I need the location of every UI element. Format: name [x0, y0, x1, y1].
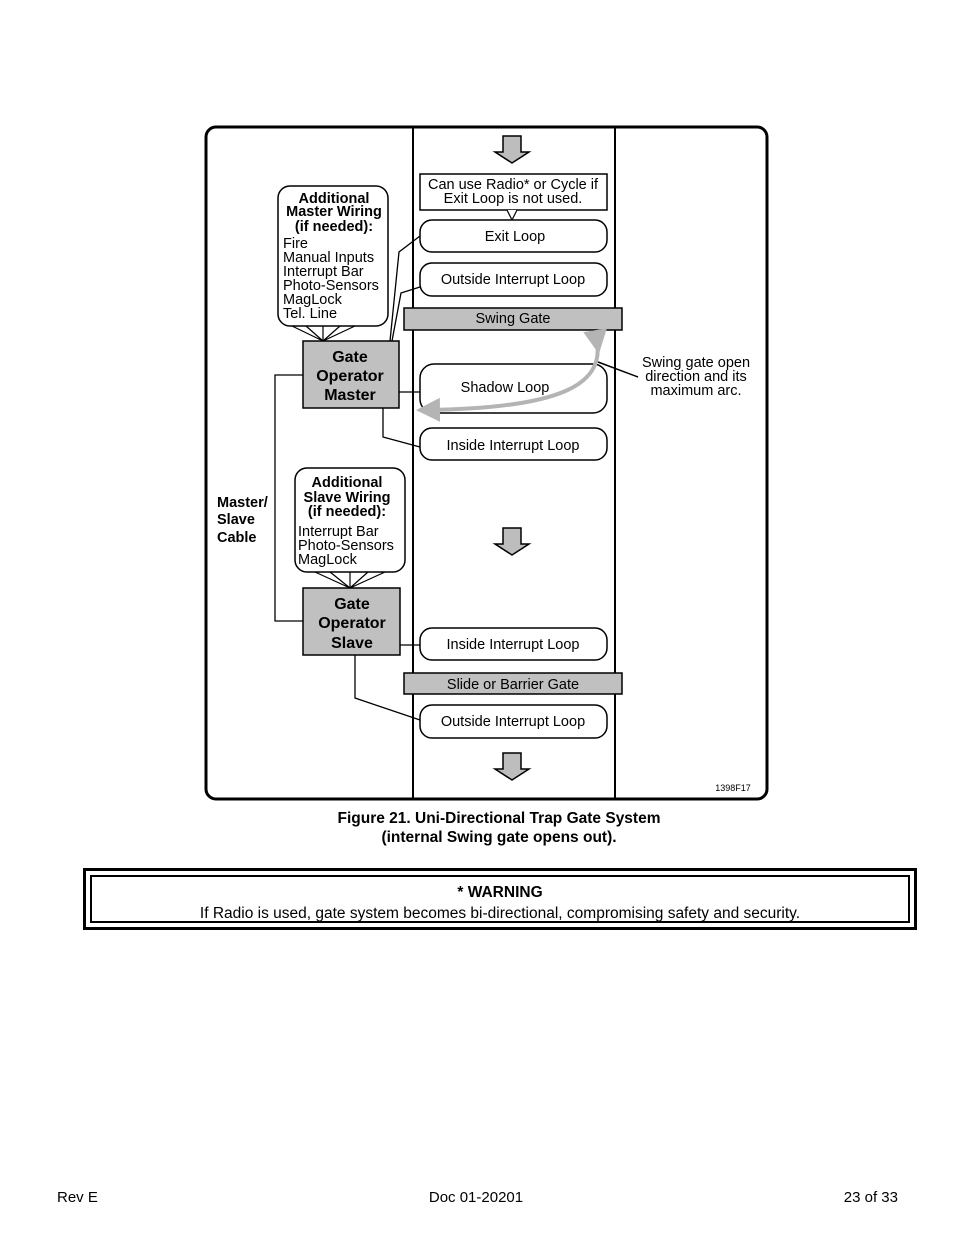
- down-arrow-icon: [492, 752, 532, 781]
- inside-interrupt-loop-bottom: Inside Interrupt Loop: [419, 627, 608, 661]
- warning-text: If Radio is used, gate system becomes bi…: [199, 905, 801, 922]
- master-wiring-bubble: Additional Master Wiring (if needed): Fi…: [277, 185, 389, 342]
- svg-text:Gate: Gate: [332, 349, 368, 366]
- outside-interrupt-loop-bottom: Outside Interrupt Loop: [419, 704, 608, 739]
- svg-text:Additional: Additional: [312, 475, 383, 491]
- svg-text:Operator: Operator: [316, 368, 384, 385]
- svg-text:Inside Interrupt Loop: Inside Interrupt Loop: [446, 637, 579, 653]
- svg-text:Operator: Operator: [318, 615, 386, 632]
- svg-text:Exit Loop: Exit Loop: [485, 229, 545, 245]
- svg-text:MagLock: MagLock: [298, 552, 358, 568]
- svg-text:(if needed):: (if needed):: [308, 504, 386, 520]
- down-arrow-icon: [492, 527, 532, 556]
- svg-text:(if needed):: (if needed):: [295, 219, 373, 235]
- svg-text:Slave: Slave: [331, 635, 373, 652]
- svg-text:Master: Master: [324, 387, 376, 404]
- exit-loop: Exit Loop: [419, 219, 608, 253]
- swing-gate: Swing Gate: [403, 307, 623, 331]
- document-page: Can use Radio* or Cycle if Exit Loop is …: [0, 0, 954, 1235]
- svg-text:Slave: Slave: [217, 512, 255, 528]
- svg-text:Inside Interrupt Loop: Inside Interrupt Loop: [446, 438, 579, 454]
- figure-caption-line1: Figure 21. Uni-Directional Trap Gate Sys…: [337, 810, 661, 827]
- figure-code: 1398F17: [715, 783, 751, 793]
- slide-barrier-gate: Slide or Barrier Gate: [403, 672, 623, 695]
- svg-text:Outside Interrupt Loop: Outside Interrupt Loop: [441, 272, 585, 288]
- footer-page-number: 23 of 33: [843, 1189, 898, 1206]
- swing-note: Swing gate open direction and its maximu…: [597, 355, 750, 399]
- cable-label: Master/ Slave Cable: [217, 495, 268, 546]
- svg-text:Tel. Line: Tel. Line: [283, 306, 337, 322]
- radio-note: Can use Radio* or Cycle if Exit Loop is …: [419, 173, 608, 222]
- svg-text:maximum arc.: maximum arc.: [650, 383, 741, 399]
- down-arrow-icon: [492, 135, 532, 164]
- footer-doc-number: Doc 01-20201: [428, 1189, 524, 1206]
- figure-caption-line2: (internal Swing gate opens out).: [381, 829, 617, 846]
- footer-revision: Rev E: [57, 1189, 98, 1206]
- warning-title: * WARNING: [457, 884, 543, 901]
- svg-text:Outside Interrupt Loop: Outside Interrupt Loop: [441, 714, 585, 730]
- svg-text:Slide or Barrier Gate: Slide or Barrier Gate: [447, 677, 579, 693]
- svg-text:Gate: Gate: [334, 596, 370, 613]
- outside-interrupt-loop-top: Outside Interrupt Loop: [419, 262, 608, 297]
- gate-operator-slave: Gate Operator Slave: [302, 587, 401, 656]
- gate-operator-master: Gate Operator Master: [302, 340, 400, 409]
- svg-text:Master/: Master/: [217, 495, 268, 511]
- svg-text:Cable: Cable: [217, 530, 257, 546]
- svg-text:Shadow Loop: Shadow Loop: [461, 380, 550, 396]
- inside-interrupt-loop-top: Inside Interrupt Loop: [419, 427, 608, 461]
- svg-text:Exit Loop is not used.: Exit Loop is not used.: [444, 191, 583, 207]
- trap-gate-diagram: Can use Radio* or Cycle if Exit Loop is …: [204, 125, 769, 801]
- warning-box: * WARNING If Radio is used, gate system …: [83, 868, 917, 930]
- slave-wiring-bubble: Additional Slave Wiring (if needed): Int…: [294, 467, 406, 590]
- svg-text:Master Wiring: Master Wiring: [286, 204, 382, 220]
- svg-text:Swing Gate: Swing Gate: [476, 311, 551, 327]
